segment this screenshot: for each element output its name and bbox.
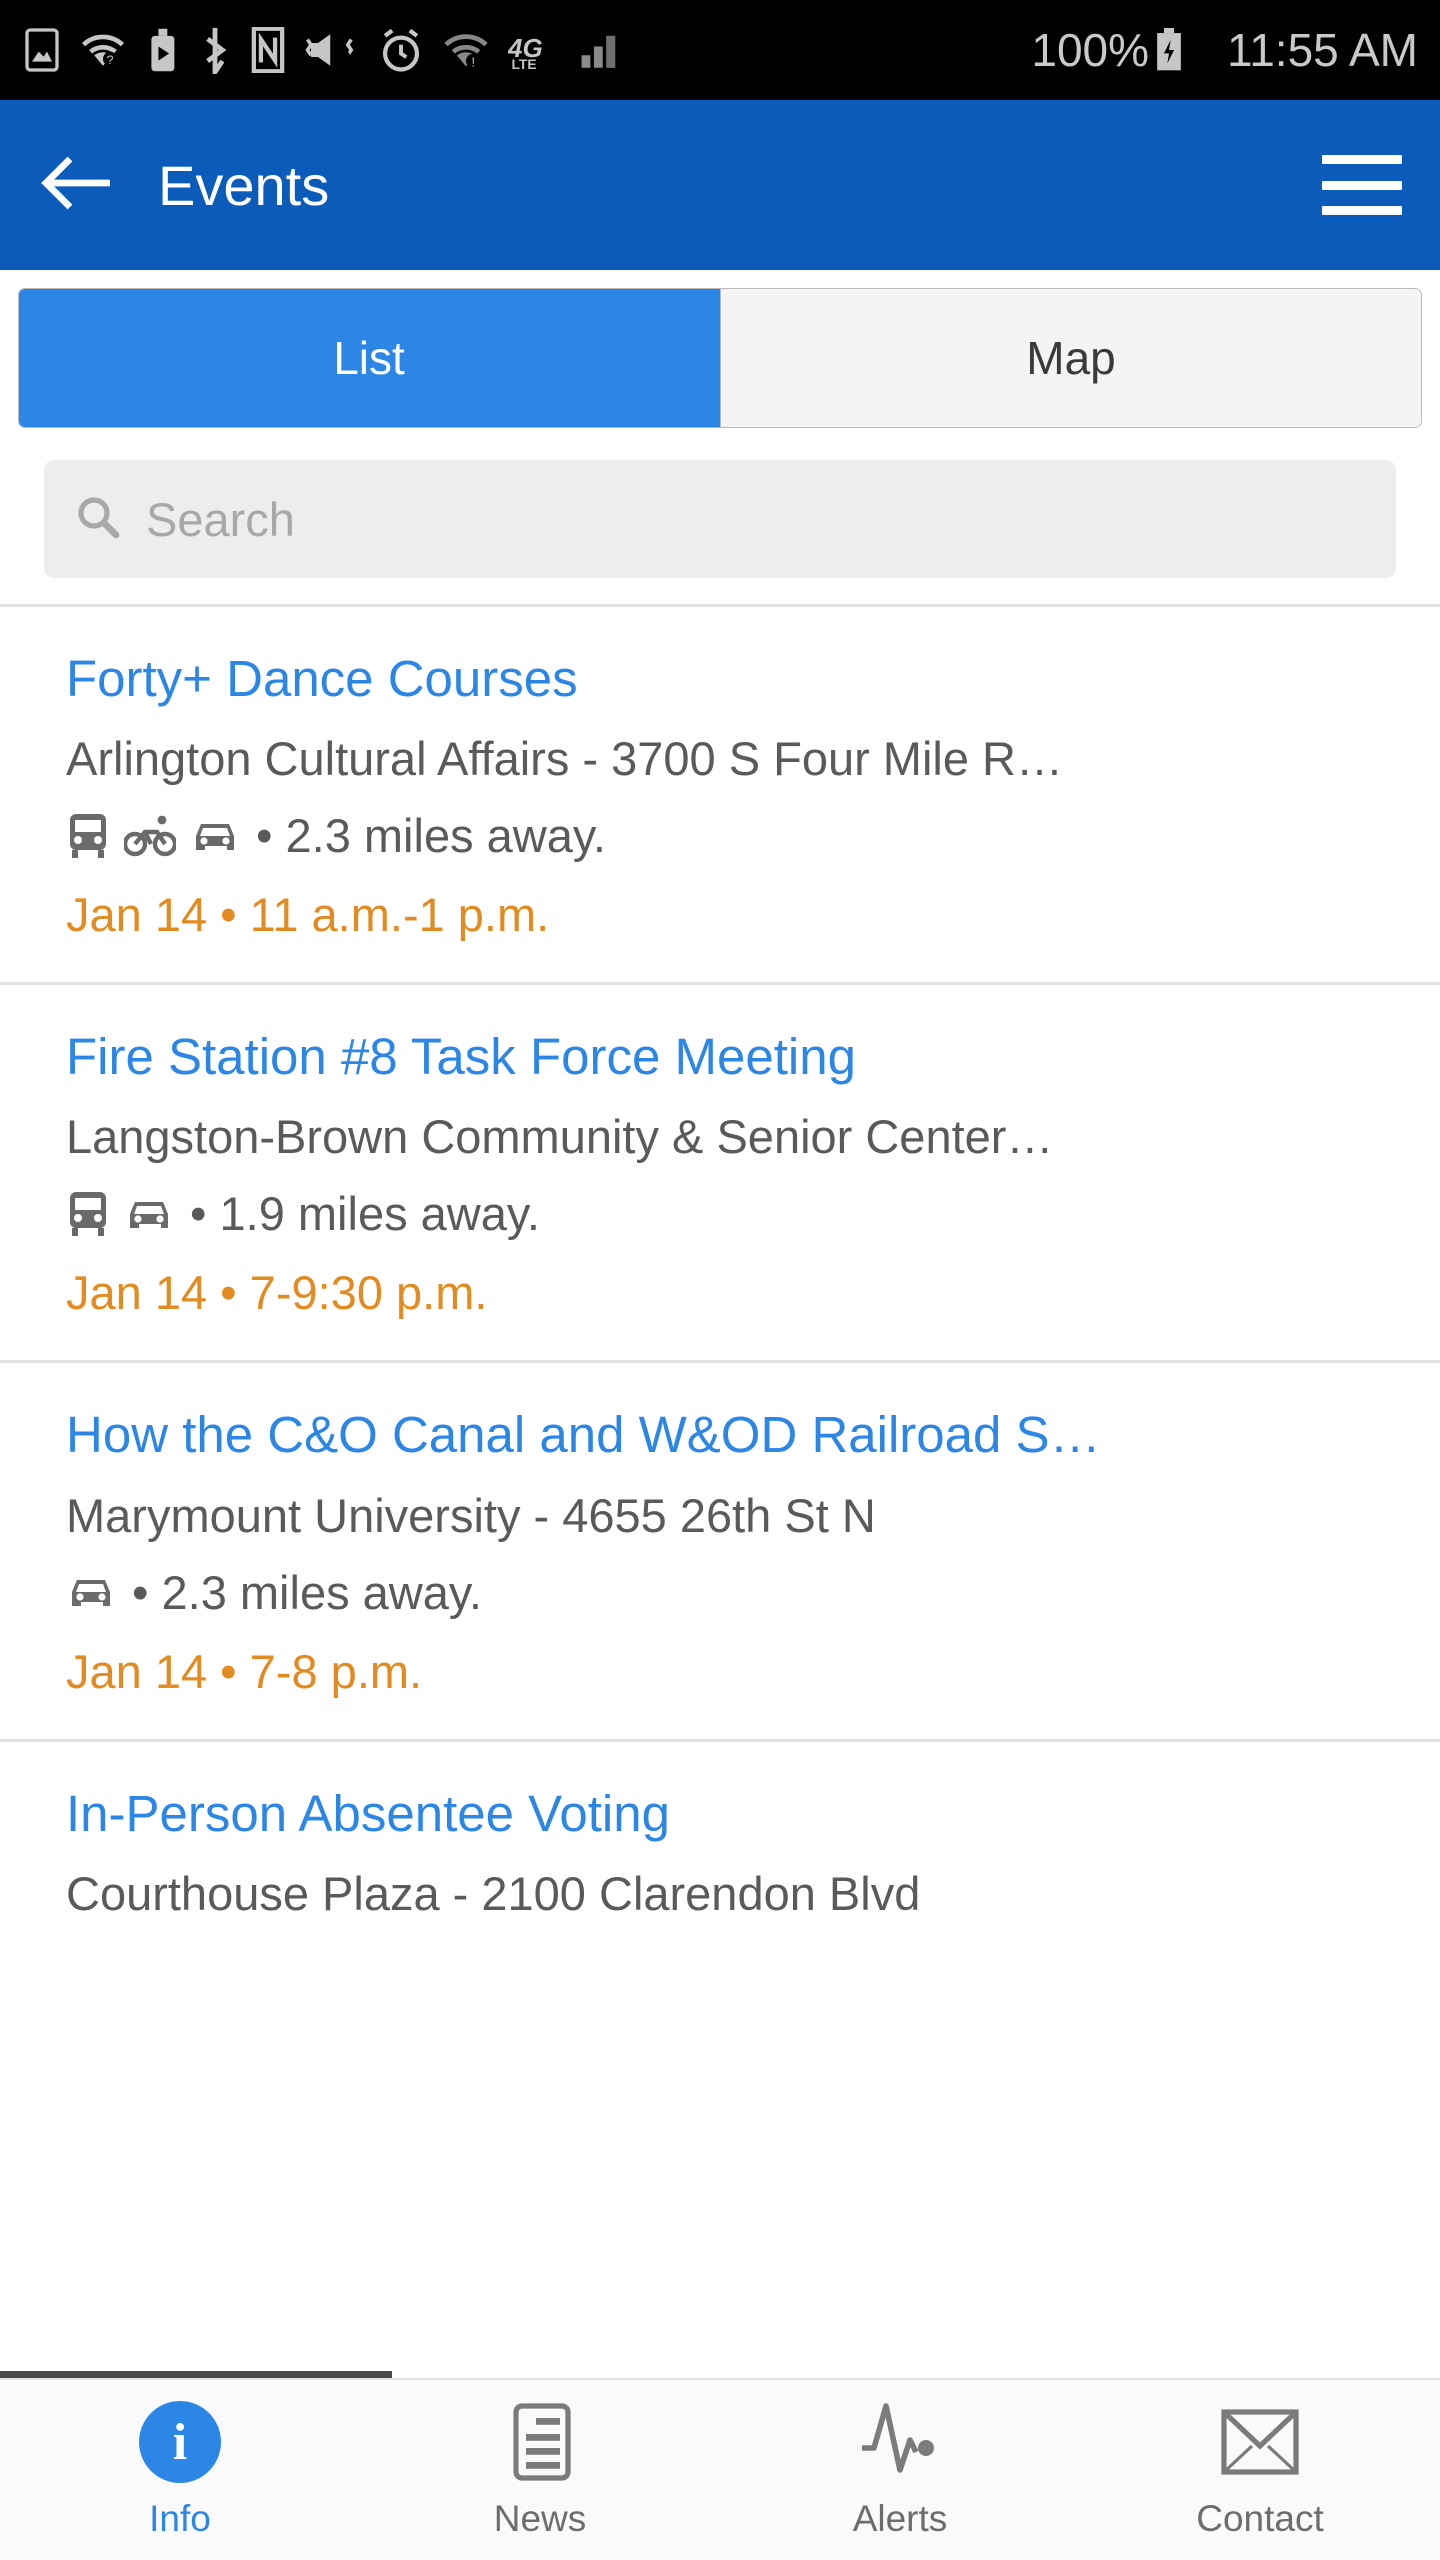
svg-text:LTE: LTE	[511, 56, 536, 72]
hamburger-line-top	[1322, 155, 1402, 164]
bus-icon	[66, 812, 110, 860]
nav-label-contact: Contact	[1196, 2498, 1324, 2539]
events-list: Forty+ Dance Courses Arlington Cultural …	[0, 607, 1440, 1961]
app-bar: Events	[0, 100, 1440, 270]
hamburger-menu-button[interactable]	[1322, 155, 1402, 215]
view-toggle-container: List Map	[0, 270, 1440, 444]
info-circle-icon: i	[139, 2400, 221, 2484]
tab-list[interactable]: List	[19, 289, 720, 427]
event-address: Arlington Cultural Affairs - 3700 S Four…	[66, 732, 1063, 786]
cast-icon	[144, 27, 180, 73]
car-icon	[124, 1192, 174, 1236]
view-toggle: List Map	[18, 288, 1422, 428]
page-title: Events	[158, 153, 330, 217]
transit-mode-icons	[66, 1570, 116, 1614]
search-input[interactable]: Search	[146, 492, 295, 547]
event-title[interactable]: In-Person Absentee Voting	[66, 1784, 1374, 1844]
pulse-alert-icon	[858, 2400, 942, 2484]
alarm-icon	[378, 27, 424, 73]
car-icon	[66, 1570, 116, 1614]
battery-status: 100%	[1031, 23, 1183, 77]
event-distance: • 2.3 miles away.	[132, 1565, 482, 1619]
nfc-icon	[250, 27, 286, 73]
nav-label-alerts: Alerts	[852, 2498, 948, 2539]
transit-mode-icons	[66, 1190, 174, 1238]
bus-icon	[66, 1190, 110, 1238]
wifi-warning-icon: !	[442, 30, 490, 70]
signal-bars-icon	[578, 28, 624, 72]
event-address: Langston-Brown Community & Senior Center…	[66, 1110, 1054, 1164]
bottom-navigation: i Info News Alerts Contact	[0, 2378, 1440, 2560]
wifi-question-icon: ?	[80, 30, 126, 70]
event-address: Courthouse Plaza - 2100 Clarendon Blvd	[66, 1866, 921, 1920]
arrow-left-icon	[38, 153, 118, 218]
list-item[interactable]: Fire Station #8 Task Force Meeting Langs…	[0, 985, 1440, 1360]
event-title[interactable]: Fire Station #8 Task Force Meeting	[66, 1027, 1374, 1087]
envelope-icon	[1218, 2400, 1302, 2484]
svg-text:!: !	[471, 54, 475, 69]
event-distance-row: • 2.3 miles away.	[66, 808, 1374, 863]
hamburger-line-middle	[1322, 180, 1402, 190]
clock-label: 11:55 AM	[1227, 24, 1418, 76]
nav-item-contact[interactable]: Contact	[1080, 2400, 1440, 2540]
svg-text:?: ?	[107, 53, 114, 67]
nav-item-news[interactable]: News	[360, 2400, 720, 2540]
tab-map[interactable]: Map	[721, 289, 1421, 427]
status-bar: ? ! 4G LTE 100% 11:55 AM	[0, 0, 1440, 100]
vibrate-off-icon	[304, 28, 360, 72]
event-date: Jan 14 • 7-9:30 p.m.	[66, 1266, 488, 1320]
event-date: Jan 14 • 7-8 p.m.	[66, 1644, 423, 1698]
nav-item-info[interactable]: i Info	[0, 2400, 360, 2540]
transit-mode-icons	[66, 812, 240, 860]
back-button[interactable]	[38, 140, 128, 230]
search-icon	[74, 493, 122, 546]
event-title[interactable]: How the C&O Canal and W&OD Railroad S…	[66, 1405, 1374, 1465]
event-distance: • 1.9 miles away.	[190, 1187, 540, 1241]
event-distance-row: • 2.3 miles away.	[66, 1565, 1374, 1620]
car-icon	[190, 814, 240, 858]
nav-label-news: News	[493, 2498, 587, 2539]
list-item[interactable]: How the C&O Canal and W&OD Railroad S… M…	[0, 1363, 1440, 1738]
bike-icon	[124, 814, 176, 858]
battery-charging-icon	[1155, 28, 1183, 72]
battery-percent-label: 100%	[1031, 24, 1150, 76]
bluetooth-icon	[198, 26, 232, 74]
event-distance: • 2.3 miles away.	[256, 809, 606, 863]
hamburger-line-bottom	[1322, 206, 1402, 215]
photo-icon	[22, 28, 62, 72]
event-title[interactable]: Forty+ Dance Courses	[66, 649, 1374, 709]
nav-label-info: Info	[149, 2498, 211, 2539]
search-field[interactable]: Search	[44, 460, 1396, 578]
list-item[interactable]: Forty+ Dance Courses Arlington Cultural …	[0, 607, 1440, 982]
event-date: Jan 14 • 11 a.m.-1 p.m.	[66, 888, 550, 942]
event-distance-row: • 1.9 miles away.	[66, 1186, 1374, 1241]
news-document-icon	[502, 2400, 578, 2484]
event-address: Marymount University - 4655 26th St N	[66, 1488, 876, 1542]
scroll-indicator[interactable]	[0, 2371, 392, 2378]
search-container: Search	[0, 444, 1440, 604]
4g-lte-icon: 4G LTE	[508, 28, 560, 72]
list-item[interactable]: In-Person Absentee Voting Courthouse Pla…	[0, 1742, 1440, 1961]
nav-item-alerts[interactable]: Alerts	[720, 2400, 1080, 2540]
